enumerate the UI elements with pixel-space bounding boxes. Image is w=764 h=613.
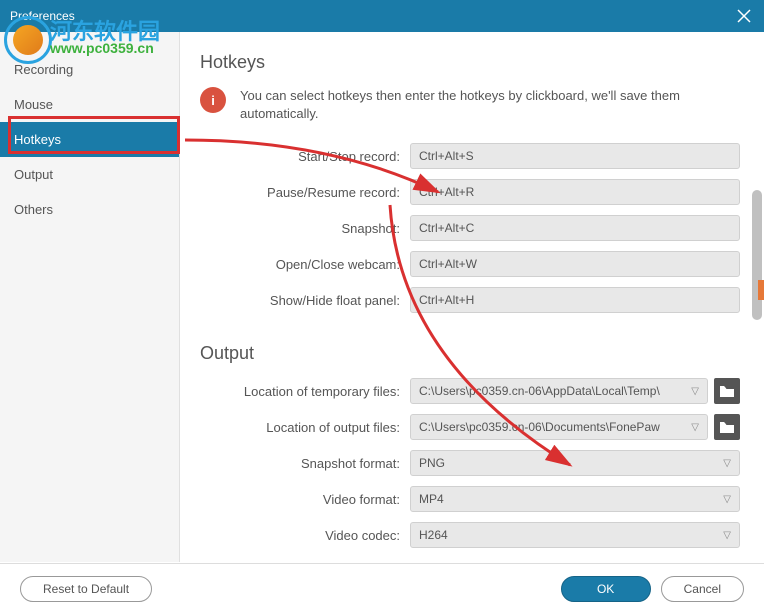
- browse-folder-button[interactable]: [714, 414, 740, 440]
- field-label: Location of output files:: [200, 420, 410, 435]
- field-label: Pause/Resume record:: [200, 185, 410, 200]
- sidebar-item-hotkeys[interactable]: Hotkeys: [0, 122, 179, 157]
- output-field-temp-path: Location of temporary files: C:\Users\pc…: [200, 378, 740, 404]
- field-label: Snapshot format:: [200, 456, 410, 471]
- scrollbar-thumb[interactable]: [752, 190, 762, 320]
- section-title-output: Output: [200, 343, 740, 364]
- chevron-down-icon: ▽: [723, 530, 731, 541]
- field-label: Start/Stop record:: [200, 149, 410, 164]
- hotkey-field-float-panel: Show/Hide float panel: Ctrl+Alt+H: [200, 287, 740, 313]
- close-icon[interactable]: [734, 6, 754, 26]
- output-field-video-format: Video format: MP4 ▽: [200, 486, 740, 512]
- field-value: H264: [419, 528, 448, 542]
- sidebar-item-mouse[interactable]: Mouse: [0, 87, 179, 122]
- reset-to-default-button[interactable]: Reset to Default: [20, 576, 152, 602]
- info-icon: i: [200, 87, 226, 113]
- output-input-temp-path[interactable]: C:\Users\pc0359.cn-06\AppData\Local\Temp…: [410, 378, 708, 404]
- output-input-output-path[interactable]: C:\Users\pc0359.cn-06\Documents\FonePaw ▽: [410, 414, 708, 440]
- field-label: Location of temporary files:: [200, 384, 410, 399]
- field-value: MP4: [419, 492, 444, 506]
- cancel-button[interactable]: Cancel: [661, 576, 744, 602]
- footer: Reset to Default OK Cancel: [0, 563, 764, 613]
- hotkey-input-snapshot[interactable]: Ctrl+Alt+C: [410, 215, 740, 241]
- output-field-snapshot-format: Snapshot format: PNG ▽: [200, 450, 740, 476]
- hotkey-field-snapshot: Snapshot: Ctrl+Alt+C: [200, 215, 740, 241]
- hotkey-input-start-stop[interactable]: Ctrl+Alt+S: [410, 143, 740, 169]
- output-section: Output Location of temporary files: C:\U…: [200, 343, 740, 548]
- field-value: C:\Users\pc0359.cn-06\Documents\FonePaw: [419, 420, 660, 434]
- window-title: Preferences: [10, 9, 734, 23]
- hotkey-field-webcam: Open/Close webcam: Ctrl+Alt+W: [200, 251, 740, 277]
- chevron-down-icon: ▽: [723, 458, 731, 469]
- field-value: C:\Users\pc0359.cn-06\AppData\Local\Temp…: [419, 384, 660, 398]
- chevron-down-icon: ▽: [723, 494, 731, 505]
- output-field-output-path: Location of output files: C:\Users\pc035…: [200, 414, 740, 440]
- field-value: PNG: [419, 456, 445, 470]
- field-label: Video codec:: [200, 528, 410, 543]
- sidebar: Recording Mouse Hotkeys Output Others: [0, 32, 180, 562]
- info-row: i You can select hotkeys then enter the …: [200, 87, 740, 123]
- output-field-video-codec: Video codec: H264 ▽: [200, 522, 740, 548]
- ok-button[interactable]: OK: [561, 576, 651, 602]
- sidebar-edge-marker: [758, 280, 764, 300]
- section-title-hotkeys: Hotkeys: [200, 52, 740, 73]
- chevron-down-icon: ▽: [691, 386, 699, 397]
- output-select-video-format[interactable]: MP4 ▽: [410, 486, 740, 512]
- browse-folder-button[interactable]: [714, 378, 740, 404]
- hotkey-input-pause-resume[interactable]: Ctrl+Alt+R: [410, 179, 740, 205]
- hotkey-field-pause-resume: Pause/Resume record: Ctrl+Alt+R: [200, 179, 740, 205]
- sidebar-item-output[interactable]: Output: [0, 157, 179, 192]
- field-label: Open/Close webcam:: [200, 257, 410, 272]
- output-select-video-codec[interactable]: H264 ▽: [410, 522, 740, 548]
- sidebar-item-others[interactable]: Others: [0, 192, 179, 227]
- titlebar: Preferences: [0, 0, 764, 32]
- field-label: Video format:: [200, 492, 410, 507]
- sidebar-item-recording[interactable]: Recording: [0, 52, 179, 87]
- info-text: You can select hotkeys then enter the ho…: [240, 87, 740, 123]
- field-label: Show/Hide float panel:: [200, 293, 410, 308]
- hotkey-input-float-panel[interactable]: Ctrl+Alt+H: [410, 287, 740, 313]
- content-pane: Hotkeys i You can select hotkeys then en…: [180, 32, 764, 562]
- hotkey-input-webcam[interactable]: Ctrl+Alt+W: [410, 251, 740, 277]
- hotkey-field-start-stop: Start/Stop record: Ctrl+Alt+S: [200, 143, 740, 169]
- chevron-down-icon: ▽: [691, 422, 699, 433]
- main-area: Recording Mouse Hotkeys Output Others Ho…: [0, 32, 764, 562]
- output-select-snapshot-format[interactable]: PNG ▽: [410, 450, 740, 476]
- field-label: Snapshot:: [200, 221, 410, 236]
